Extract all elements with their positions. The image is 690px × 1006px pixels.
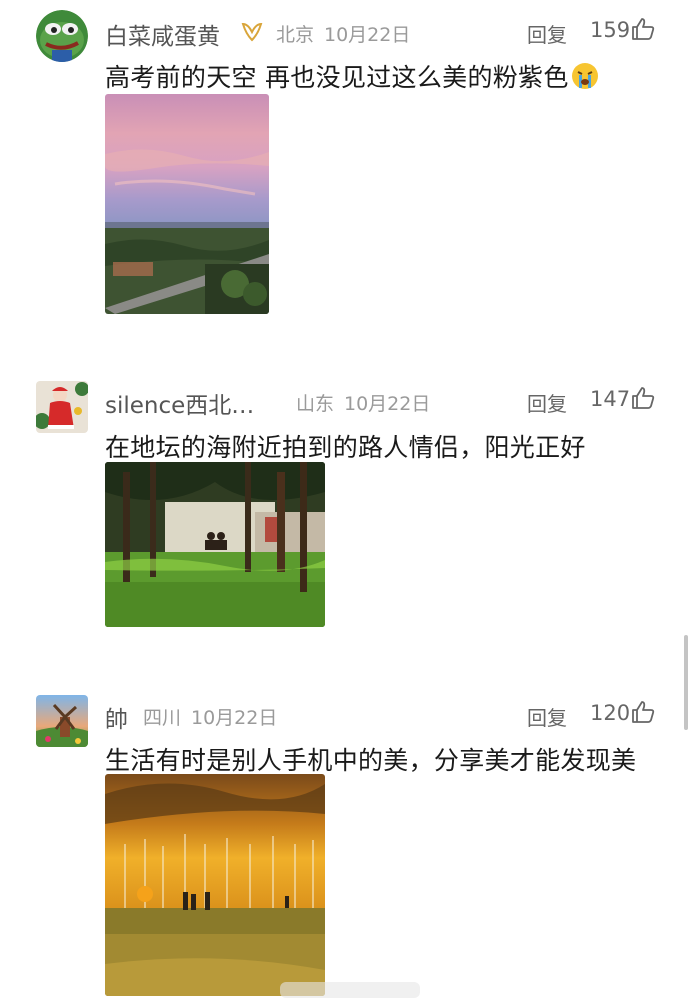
comment-photo-park[interactable] — [105, 462, 325, 627]
like-count: 159 — [590, 18, 631, 42]
comment-location: 山东 — [296, 393, 335, 415]
comment-text: 在地坛的海附近拍到的路人情侣，阳光正好 — [105, 433, 586, 462]
comment-location: 北京 — [276, 24, 315, 46]
comment-date: 10月22日 — [324, 24, 411, 46]
username[interactable]: silence西北… — [105, 386, 254, 420]
frog-avatar-icon[interactable] — [36, 10, 88, 62]
comment-text: 生活有时是别人手机中的美，分享美才能发现美 — [105, 746, 637, 775]
comment-location: 四川 — [143, 707, 182, 729]
reply-button[interactable]: 回复 — [527, 19, 567, 48]
like-count: 120 — [590, 701, 631, 725]
comment-text: 高考前的天空 再也没见过这么美的粉紫色 — [105, 58, 599, 96]
ribbon-badge-icon — [240, 20, 264, 48]
crying-face-emoji — [571, 62, 599, 96]
username[interactable]: 帥 — [105, 700, 128, 734]
username[interactable]: 白菜咸蛋黄 — [105, 17, 220, 51]
comment-photo-sunset[interactable] — [105, 94, 269, 314]
comment-date: 10月22日 — [191, 707, 278, 729]
reply-button[interactable]: 回复 — [527, 388, 567, 417]
scrollbar[interactable] — [684, 635, 688, 730]
windmill-avatar-icon[interactable] — [36, 695, 88, 747]
thumbs-up-icon[interactable] — [630, 385, 656, 411]
watermark-logo — [280, 978, 420, 1002]
like-count: 147 — [590, 387, 631, 411]
comment-photo-autumn-forest[interactable] — [105, 774, 325, 996]
thumbs-up-icon[interactable] — [630, 699, 656, 725]
comment-date: 10月22日 — [344, 393, 431, 415]
thumbs-up-icon[interactable] — [630, 16, 656, 42]
reply-button[interactable]: 回复 — [527, 702, 567, 731]
christmas-avatar-icon[interactable] — [36, 381, 88, 433]
comment-text-content: 高考前的天空 再也没见过这么美的粉紫色 — [105, 63, 569, 92]
